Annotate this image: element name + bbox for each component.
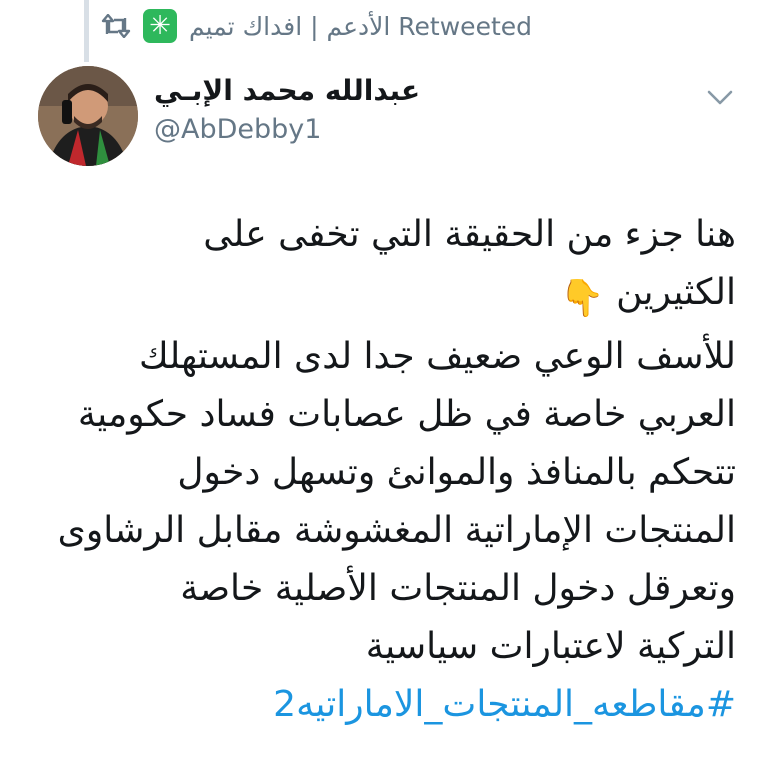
tweet-line: العربي خاصة في ظل عصابات فساد حكومية: [77, 394, 736, 435]
tweet-line-with-emoji: الكثيرين 👇: [36, 264, 736, 328]
retweeted-by-text: الأدعم | افداك تميم Retweeted: [189, 11, 532, 41]
chevron-down-icon[interactable]: [705, 88, 735, 108]
tweet-line: المنتجات الإماراتية المغشوشة مقابل الرشا…: [57, 510, 736, 551]
tweet-line: وتعرقل دخول المنتجات الأصلية خاصة: [180, 568, 736, 609]
tweet-text: هنا جزء من الحقيقة التي تخفى على الكثيري…: [36, 206, 736, 734]
retweet-icon: [101, 14, 131, 38]
retweet-context[interactable]: ✳ الأدعم | افداك تميم Retweeted: [89, 8, 532, 44]
tweet-line: الكثيرين: [616, 272, 736, 313]
pointing-down-hand-icon: 👇: [559, 278, 605, 319]
tweet-line: تتحكم بالمنافذ والموانئ وتسهل دخول: [177, 452, 736, 493]
hashtag-link[interactable]: #مقاطعه_المنتجات_الاماراتيه2: [36, 676, 736, 734]
avatar[interactable]: [38, 66, 138, 166]
author-handle[interactable]: @AbDebby1: [154, 114, 321, 145]
tweet-line: التركية لاعتبارات سياسية: [365, 626, 736, 667]
avatar-image: [38, 66, 138, 166]
asterisk-star-icon: ✳: [143, 9, 178, 43]
author-name[interactable]: عبدالله محمد الإبـي: [154, 74, 420, 107]
tweet-line: هنا جزء من الحقيقة التي تخفى على: [203, 214, 736, 255]
tweet-line: للأسف الوعي ضعيف جدا لدى المستهلك: [138, 336, 736, 377]
